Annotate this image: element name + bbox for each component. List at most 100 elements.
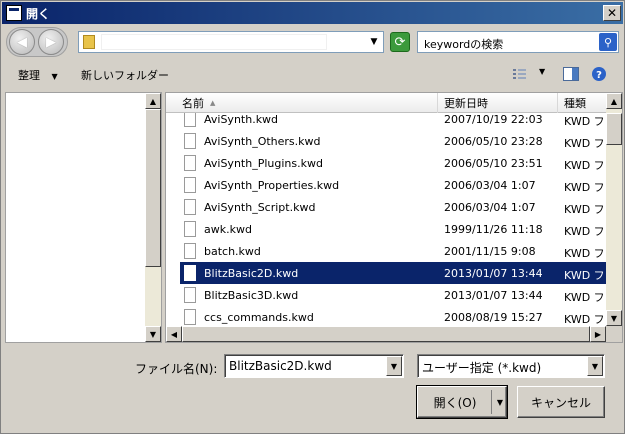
file-icon — [184, 309, 196, 325]
file-date: 2006/05/10 23:51 — [444, 157, 543, 170]
column-header-date[interactable]: 更新日時 — [438, 93, 558, 113]
organize-label: 整理 — [18, 69, 40, 82]
filename-combobox[interactable]: BlitzBasic2D.kwd ▼ — [224, 354, 404, 378]
nav-pane-scrollbar[interactable]: ▲ ▼ — [145, 93, 161, 342]
open-split-divider — [491, 390, 492, 414]
filename-input[interactable]: BlitzBasic2D.kwd — [229, 359, 332, 373]
view-options-icon[interactable] — [512, 67, 528, 81]
open-button-label: 開く(O) — [433, 395, 477, 410]
scrollbar-corner — [606, 326, 622, 342]
column-header-type[interactable]: 種類 — [558, 93, 606, 113]
help-icon[interactable]: ? — [591, 67, 607, 81]
file-name: AviSynth_Properties.kwd — [204, 179, 340, 192]
file-date: 2008/08/19 15:27 — [444, 311, 543, 324]
file-row[interactable]: AviSynth_Properties.kwd 2006/03/04 1:07 KW… — [166, 174, 606, 196]
scroll-left-button[interactable]: ◀ — [166, 326, 182, 342]
refresh-icon: ⟳ — [394, 34, 406, 50]
preview-pane-icon[interactable] — [563, 67, 579, 81]
file-type: KWD ファ — [564, 159, 606, 172]
file-row[interactable]: AviSynth_Others.kwd 2006/05/10 23:28 KWD フ… — [166, 130, 606, 152]
scroll-up-button[interactable]: ▲ — [606, 93, 622, 109]
file-row[interactable]: BlitzBasic2D.kwd 2013/01/07 13:44 KWD ファ — [166, 262, 608, 284]
cancel-button[interactable]: キャンセル — [517, 386, 605, 418]
file-list-horizontal-scrollbar[interactable]: ◀ ▶ — [166, 326, 606, 342]
file-type-dropdown-button[interactable]: ▼ — [587, 356, 603, 376]
search-icon: ⚲ — [603, 35, 613, 49]
file-name: ccs_commands.kwd — [204, 311, 314, 324]
svg-text:?: ? — [596, 70, 602, 81]
file-name: AviSynth_Script.kwd — [204, 201, 316, 214]
file-row[interactable]: ccs_commands.kwd 2008/08/19 15:27 KWD ファ — [166, 306, 606, 328]
file-icon — [184, 287, 196, 303]
file-type: KWD ファ — [564, 225, 606, 238]
close-button[interactable]: ✕ — [603, 5, 621, 21]
search-button[interactable]: ⚲ — [599, 33, 617, 51]
organize-button[interactable]: 整理 ▼ — [18, 67, 58, 83]
column-header: 名前 ▲ 更新日時 種類 — [166, 93, 606, 113]
scroll-down-button[interactable]: ▼ — [145, 326, 161, 342]
file-date: 2006/03/04 1:07 — [444, 201, 536, 214]
file-icon — [184, 177, 196, 193]
file-icon — [184, 155, 196, 171]
file-date: 2001/11/15 9:08 — [444, 245, 536, 258]
file-name: AviSynth_Others.kwd — [204, 135, 321, 148]
file-icon — [184, 111, 196, 127]
file-date: 2006/05/10 23:28 — [444, 135, 543, 148]
address-dropdown-button[interactable]: ▼ — [367, 35, 381, 49]
file-row[interactable]: AviSynth_Script.kwd 2006/03/04 1:07 KWD ファ — [166, 196, 606, 218]
file-date: 2013/01/07 13:44 — [444, 267, 543, 280]
file-type: KWD ファ — [564, 115, 606, 128]
file-name: BlitzBasic2D.kwd — [204, 267, 299, 280]
forward-arrow-icon: ▶ — [46, 34, 56, 50]
filename-label: ファイル名(N): — [135, 362, 218, 376]
address-bar[interactable]: ▼ — [78, 31, 384, 53]
horizontal-scroll-thumb[interactable] — [182, 326, 590, 342]
forward-button[interactable]: ▶ — [38, 29, 64, 55]
file-icon — [184, 133, 196, 149]
column-name-label: 名前 — [182, 97, 204, 110]
view-dropdown-icon[interactable]: ▼ — [539, 67, 555, 81]
file-date: 2013/01/07 13:44 — [444, 289, 543, 302]
scroll-thumb[interactable] — [145, 109, 161, 267]
refresh-button[interactable]: ⟳ — [390, 32, 410, 52]
open-file-dialog: 開く ✕ ◀ ▶ ▼ ⟳ keywordの検索 ⚲ 整理 ▼ 新しいフォルダー … — [0, 0, 625, 434]
scroll-down-button[interactable]: ▼ — [606, 310, 622, 326]
title-bar: 開く ✕ — [2, 2, 623, 24]
file-name: awk.kwd — [204, 223, 252, 236]
back-arrow-icon: ◀ — [17, 34, 27, 50]
column-header-name[interactable]: 名前 ▲ — [176, 93, 438, 113]
file-icon — [184, 265, 196, 281]
search-input[interactable]: keywordの検索 — [424, 36, 503, 52]
search-box[interactable]: keywordの検索 ⚲ — [417, 31, 619, 53]
app-icon — [6, 5, 22, 21]
file-icon — [184, 221, 196, 237]
filename-dropdown-button[interactable]: ▼ — [386, 356, 402, 376]
file-row[interactable]: AviSynth_Plugins.kwd 2006/05/10 23:51 KWD … — [166, 152, 606, 174]
file-name: AviSynth_Plugins.kwd — [204, 157, 323, 170]
back-button[interactable]: ◀ — [9, 29, 35, 55]
new-folder-button[interactable]: 新しいフォルダー — [81, 67, 169, 83]
open-options-dropdown-icon[interactable]: ▼ — [493, 386, 507, 418]
chevron-down-icon: ▼ — [51, 72, 58, 81]
file-date: 2006/03/04 1:07 — [444, 179, 536, 192]
window-title: 開く — [26, 6, 51, 21]
file-type-filter-select[interactable]: ユーザー指定 (*.kwd) ▼ — [417, 354, 605, 378]
scroll-right-button[interactable]: ▶ — [590, 326, 606, 342]
navigation-pane[interactable]: ▲ ▼ — [5, 92, 162, 343]
file-type: KWD ファ — [564, 247, 606, 260]
file-type: KWD ファ — [564, 269, 606, 282]
address-path[interactable] — [101, 34, 327, 50]
file-name: BlitzBasic3D.kwd — [204, 289, 299, 302]
sort-ascending-icon: ▲ — [210, 99, 216, 107]
scroll-up-button[interactable]: ▲ — [145, 93, 161, 109]
scroll-thumb[interactable] — [606, 113, 622, 145]
file-type: KWD ファ — [564, 137, 606, 150]
file-row[interactable]: batch.kwd 2001/11/15 9:08 KWD ファ — [166, 240, 606, 262]
file-type: KWD ファ — [564, 313, 606, 326]
file-row[interactable]: BlitzBasic3D.kwd 2013/01/07 13:44 KWD ファ — [166, 284, 606, 306]
file-date: 2007/10/19 22:03 — [444, 113, 543, 126]
file-list-vertical-scrollbar[interactable]: ▲ ▼ — [606, 93, 622, 326]
file-icon — [184, 199, 196, 215]
file-row[interactable]: awk.kwd 1999/11/26 11:18 KWD ファ — [166, 218, 606, 240]
file-list-pane[interactable]: AviSynth.kwd2007/10/19 22:03KWD ファAviSyn… — [165, 92, 623, 343]
